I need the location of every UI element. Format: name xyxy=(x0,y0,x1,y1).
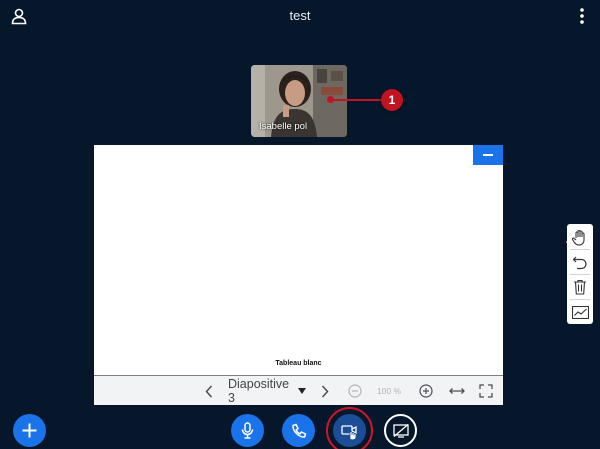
meeting-title: test xyxy=(289,8,311,23)
top-bar: test xyxy=(0,0,600,32)
fullscreen-icon[interactable] xyxy=(478,376,494,406)
caret-down-icon[interactable] xyxy=(297,376,307,406)
callout-dot xyxy=(327,96,334,103)
screen-share-icon[interactable] xyxy=(384,414,417,447)
multi-user-whiteboard-icon[interactable] xyxy=(567,300,593,324)
minus-icon xyxy=(483,154,493,156)
chevron-left-icon[interactable] xyxy=(202,376,216,406)
presentation-area: Tableau blanc Diapositive 3 100 % xyxy=(94,145,503,405)
whiteboard-slide[interactable]: Tableau blanc xyxy=(94,145,503,375)
minimize-presentation-button[interactable] xyxy=(473,145,503,165)
webcam-icon[interactable] xyxy=(333,414,366,447)
zoom-level: 100 % xyxy=(376,386,402,396)
trash-icon[interactable] xyxy=(567,275,593,299)
actions-plus-icon[interactable] xyxy=(13,414,46,447)
hand-icon[interactable] xyxy=(567,225,593,249)
slide-selector[interactable]: Diapositive 3 xyxy=(228,376,294,406)
undo-icon[interactable] xyxy=(567,250,593,274)
participant-name: Isabelle pol xyxy=(259,121,308,132)
zoom-out-icon[interactable] xyxy=(347,376,363,406)
callout-line xyxy=(330,99,384,101)
whiteboard-toolbar xyxy=(567,224,593,324)
zoom-in-icon[interactable] xyxy=(418,376,434,406)
vertical-dots-icon[interactable] xyxy=(578,7,586,25)
chevron-right-icon[interactable] xyxy=(318,376,332,406)
microphone-icon[interactable] xyxy=(231,414,264,447)
phone-icon[interactable] xyxy=(282,414,315,447)
callout-badge: 1 xyxy=(381,89,403,111)
presentation-toolbar: Diapositive 3 100 % xyxy=(94,375,503,405)
slide-label: Tableau blanc xyxy=(275,360,322,367)
fit-width-icon[interactable] xyxy=(448,376,466,406)
